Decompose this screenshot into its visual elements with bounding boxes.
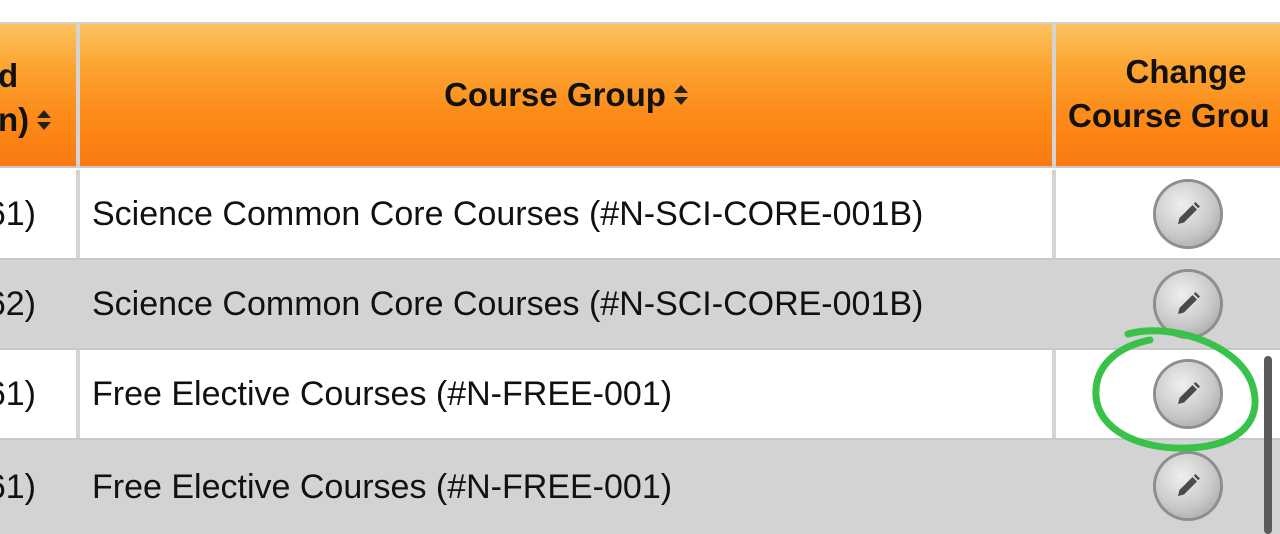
edit-course-group-button[interactable]	[1156, 272, 1220, 336]
header-col1-line2: n)	[0, 101, 30, 138]
row-col1-text: 61)	[0, 467, 36, 506]
vertical-scrollbar[interactable]	[1264, 356, 1272, 534]
table-header-row: d n) Course Group Change Course Grou	[0, 24, 1280, 168]
row-course-group-text: Free Elective Courses (#N-FREE-001)	[92, 374, 673, 413]
row-course-group-text: Free Elective Courses (#N-FREE-001)	[92, 467, 673, 506]
header-cell-course-group[interactable]: Course Group	[80, 24, 1052, 168]
row-cell-col1: 61)	[0, 440, 76, 534]
header-change-text: Change Course Grou	[1068, 50, 1280, 138]
header-col1-line1: d	[0, 57, 19, 94]
row-col1-text: 61)	[0, 194, 36, 233]
row-cell-col1: 61)	[0, 170, 76, 258]
table-row: 61) Free Elective Courses (#N-FREE-001)	[0, 440, 1280, 534]
table-row: 61) Free Elective Courses (#N-FREE-001)	[0, 350, 1280, 440]
edit-course-group-button[interactable]	[1156, 454, 1220, 518]
row-course-group-text: Science Common Core Courses (#N-SCI-CORE…	[92, 284, 924, 323]
row-cell-course-group: Science Common Core Courses (#N-SCI-CORE…	[80, 260, 1052, 348]
row-course-group-text: Science Common Core Courses (#N-SCI-CORE…	[92, 194, 924, 233]
table-row: 61) Science Common Core Courses (#N-SCI-…	[0, 170, 1280, 260]
header-col1-line2-wrap: n)	[0, 98, 52, 142]
pencil-icon	[1178, 474, 1200, 496]
row-cell-change	[1056, 260, 1280, 348]
header-cell-col1[interactable]: d n)	[0, 24, 76, 168]
header-change-line1: Change	[1125, 53, 1247, 90]
sort-icon[interactable]	[37, 109, 52, 131]
header-change-line2: Course Grou	[1068, 97, 1270, 134]
pencil-icon	[1178, 292, 1200, 314]
edit-course-group-button[interactable]	[1156, 362, 1220, 426]
row-cell-change	[1056, 350, 1280, 438]
course-group-table: d n) Course Group Change Course Grou 61)	[0, 24, 1280, 534]
row-cell-change	[1056, 440, 1280, 534]
row-cell-col1: 62)	[0, 260, 76, 348]
edit-course-group-button[interactable]	[1156, 182, 1220, 246]
pencil-icon	[1178, 202, 1200, 224]
top-bar-line	[0, 0, 1280, 24]
row-col1-text: 61)	[0, 374, 36, 413]
sort-icon[interactable]	[673, 84, 688, 106]
row-cell-course-group: Free Elective Courses (#N-FREE-001)	[80, 350, 1052, 438]
header-cell-change-course-group: Change Course Grou	[1056, 24, 1280, 168]
row-cell-course-group: Science Common Core Courses (#N-SCI-CORE…	[80, 170, 1052, 258]
pencil-icon	[1178, 382, 1200, 404]
row-cell-course-group: Free Elective Courses (#N-FREE-001)	[80, 440, 1052, 534]
table-row: 62) Science Common Core Courses (#N-SCI-…	[0, 260, 1280, 350]
row-cell-change	[1056, 170, 1280, 258]
row-col1-text: 62)	[0, 284, 36, 323]
header-course-group-label: Course Group	[444, 76, 666, 113]
row-cell-col1: 61)	[0, 350, 76, 438]
header-col1-text: d n)	[0, 54, 52, 142]
